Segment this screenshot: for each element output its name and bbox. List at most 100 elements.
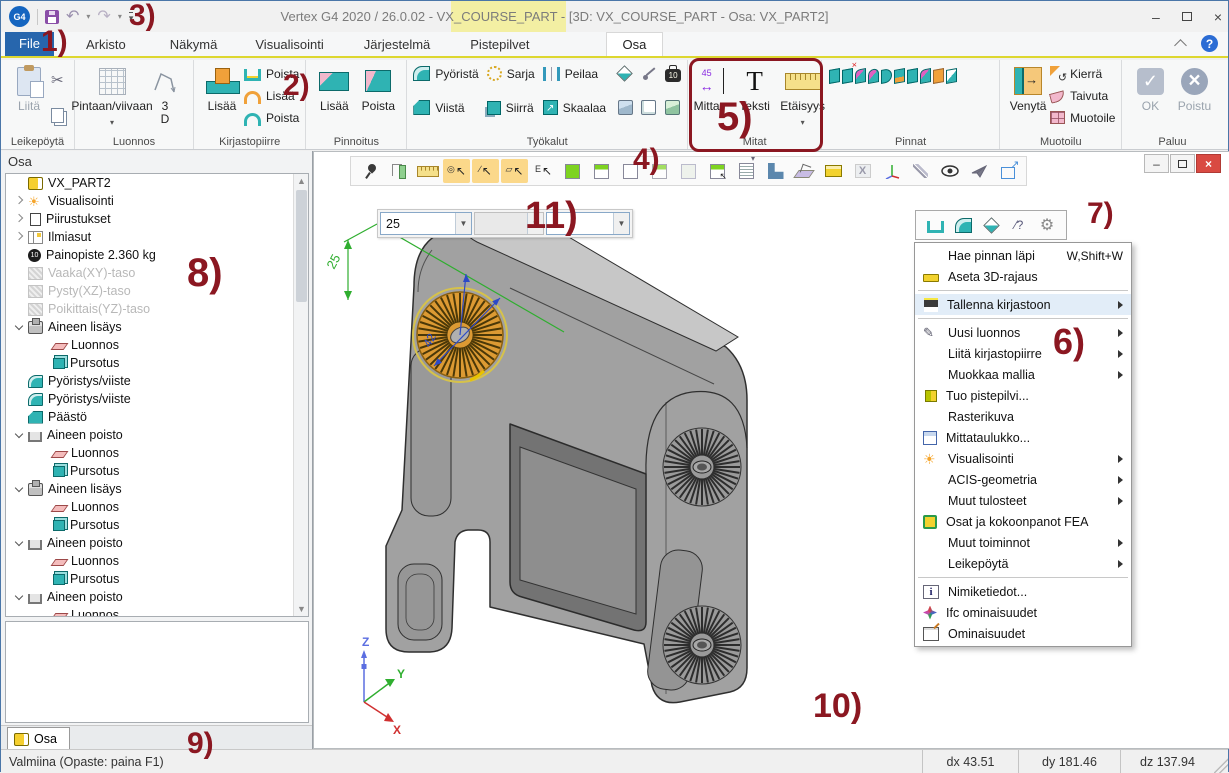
menu-item-hae-pinnan-lapi[interactable]: Hae pinnan läpiW,Shift+W: [915, 245, 1131, 266]
tree-item-luonnos[interactable]: Luonnos: [6, 444, 308, 462]
tree-item-aineen-poisto3[interactable]: Aineen poisto: [6, 588, 308, 606]
surface-bend-icon[interactable]: [881, 68, 892, 84]
gear-icon[interactable]: [1036, 214, 1058, 236]
select-element-icon[interactable]: E↖: [530, 159, 557, 183]
menu-item-uusi-luonnos[interactable]: Uusi luonnos: [915, 322, 1131, 343]
tree-item-pyoristys2[interactable]: Pyöristys/viiste: [6, 390, 308, 408]
snap-center-icon[interactable]: ◎↖: [443, 159, 470, 183]
tree-item-pyoristys[interactable]: Pyöristys/viiste: [6, 372, 308, 390]
ghost-cube-icon[interactable]: [675, 159, 702, 183]
twist-button[interactable]: Kierrä: [1050, 63, 1115, 84]
stretch-button[interactable]: Venytä: [1006, 63, 1050, 115]
tree-item-aineen-lisays2[interactable]: Aineen lisäys: [6, 480, 308, 498]
tree-item-aineen-poisto[interactable]: Aineen poisto: [6, 426, 308, 444]
redo-caret-icon[interactable]: ▾: [118, 12, 122, 21]
menu-item-nimiketiedot[interactable]: Nimiketiedot...: [915, 581, 1131, 602]
menu-item-tuo-pistepilvi[interactable]: Tuo pistepilvi...: [915, 385, 1131, 406]
wireframe-cube-icon[interactable]: [588, 159, 615, 183]
surface-patch-icon[interactable]: [868, 68, 879, 84]
tree-item-part[interactable]: VX_PART2: [6, 174, 308, 192]
bend-button[interactable]: Taivuta: [1050, 85, 1115, 106]
minimize-button[interactable]: –: [1152, 9, 1160, 25]
hidden-line-cube-icon[interactable]: [617, 159, 644, 183]
chevron-down-icon[interactable]: [12, 320, 27, 334]
tree-item-pursotus[interactable]: Pursotus: [6, 462, 308, 480]
fillet-button[interactable]: Pyöristä: [413, 63, 478, 84]
chevron-right-icon[interactable]: [12, 212, 27, 226]
feature-list-icon[interactable]: [733, 159, 760, 183]
tree-item-pursotus[interactable]: Pursotus: [6, 354, 308, 372]
tree-item-pursotus[interactable]: Pursotus: [6, 516, 308, 534]
scale-button[interactable]: Skaalaa: [543, 97, 606, 118]
surface-offset-icon[interactable]: [894, 68, 905, 84]
document-tab-osa[interactable]: Osa: [7, 727, 70, 750]
external-view-icon[interactable]: [994, 159, 1021, 183]
cut-button[interactable]: [51, 69, 68, 90]
airplane-icon[interactable]: [965, 159, 992, 183]
surface-blend-icon[interactable]: [920, 68, 931, 84]
snap-edge-icon[interactable]: ∕↖: [472, 159, 499, 183]
eraser-icon[interactable]: [980, 214, 1002, 236]
mirror-button[interactable]: Peilaa: [543, 63, 606, 84]
menu-nakyma[interactable]: Näkymä: [160, 33, 228, 56]
menu-item-rasterikuva[interactable]: Rasterikuva: [915, 406, 1131, 427]
menu-jarjestelma[interactable]: Järjestelmä: [354, 33, 440, 56]
menu-item-liita-kirjastopiirre[interactable]: Liitä kirjastopiirre: [915, 343, 1131, 364]
move-button[interactable]: Siirrä: [487, 97, 535, 118]
measure-query-icon[interactable]: ⁄?: [1008, 214, 1030, 236]
tab-osa[interactable]: Osa: [606, 32, 664, 56]
tree-item-luonnos[interactable]: Luonnos: [6, 336, 308, 354]
chevron-down-icon[interactable]: [12, 482, 27, 496]
tree-item-ilmiasut[interactable]: Ilmiasut: [6, 228, 308, 246]
customize-icon[interactable]: ▾: [129, 12, 134, 22]
surface-fillet-icon[interactable]: [855, 68, 866, 84]
chevron-right-icon[interactable]: [12, 230, 27, 244]
save-icon[interactable]: [45, 10, 59, 24]
wireframe-cube2-icon[interactable]: [646, 159, 673, 183]
sketch-3d-button[interactable]: 3 D: [143, 63, 187, 128]
surface-extend-icon[interactable]: [933, 68, 944, 84]
surface-trim-icon[interactable]: [946, 68, 957, 84]
triad-icon[interactable]: [878, 159, 905, 183]
eye-icon[interactable]: [936, 159, 963, 183]
resize-grip[interactable]: [1214, 750, 1228, 773]
undo-caret-icon[interactable]: ▾: [86, 12, 90, 21]
dimension-value-combo[interactable]: 25▼: [380, 212, 472, 235]
surface-icon[interactable]: [829, 68, 840, 84]
collapse-ribbon-icon[interactable]: [1174, 39, 1187, 52]
fillet-cube-icon[interactable]: [952, 214, 974, 236]
redo-icon[interactable]: ↷: [97, 9, 110, 25]
shade-cube2-button[interactable]: [641, 97, 657, 118]
child-restore-button[interactable]: [1170, 154, 1195, 173]
pattern-button[interactable]: Sarja: [487, 63, 535, 84]
tree-item-visualisointi[interactable]: Visualisointi: [6, 192, 308, 210]
tree-scrollbar[interactable]: ▲ ▼: [293, 174, 308, 616]
tree-item-aineen-poisto2[interactable]: Aineen poisto: [6, 534, 308, 552]
shade-cube1-button[interactable]: [618, 97, 633, 118]
shaded-cube-icon[interactable]: [559, 159, 586, 183]
slot-icon[interactable]: [924, 214, 946, 236]
tree-item-piirustukset[interactable]: Piirustukset: [6, 210, 308, 228]
scrollbar-thumb[interactable]: [296, 190, 307, 302]
tree-item-luonnos-partial[interactable]: Luonnos: [6, 606, 308, 617]
menu-visualisointi[interactable]: Visualisointi: [245, 33, 333, 56]
coating-add-button[interactable]: Lisää: [312, 63, 356, 115]
chevron-down-icon[interactable]: [12, 536, 27, 550]
tree-item-paasto[interactable]: Päästö: [6, 408, 308, 426]
menu-item-acis-geometria[interactable]: ACIS-geometria: [915, 469, 1131, 490]
copy-button[interactable]: [51, 105, 68, 126]
library-remove2-button[interactable]: Poista: [244, 107, 299, 128]
tree-item-luonnos[interactable]: Luonnos: [6, 498, 308, 516]
menu-pistepilvet[interactable]: Pistepilvet: [460, 33, 539, 56]
viewport[interactable]: 25 42 Z Y X ◎↖ ∕↖ ▱↖ E↖: [313, 151, 1229, 749]
surface-delete-icon[interactable]: [842, 68, 853, 84]
sketch-on-face-button[interactable]: Pintaan/viivaan▾: [81, 63, 143, 131]
app-logo[interactable]: G4: [9, 6, 30, 27]
menu-item-mittataulukko[interactable]: Mittataulukko...: [915, 427, 1131, 448]
ok-button[interactable]: OK: [1128, 63, 1172, 115]
menu-item-ominaisuudet[interactable]: Ominaisuudet: [915, 623, 1131, 644]
paste-button[interactable]: Liitä: [7, 63, 51, 115]
measure-axis-icon[interactable]: [385, 159, 412, 183]
menu-file[interactable]: File: [5, 32, 54, 56]
help-icon[interactable]: ?: [1201, 35, 1218, 52]
